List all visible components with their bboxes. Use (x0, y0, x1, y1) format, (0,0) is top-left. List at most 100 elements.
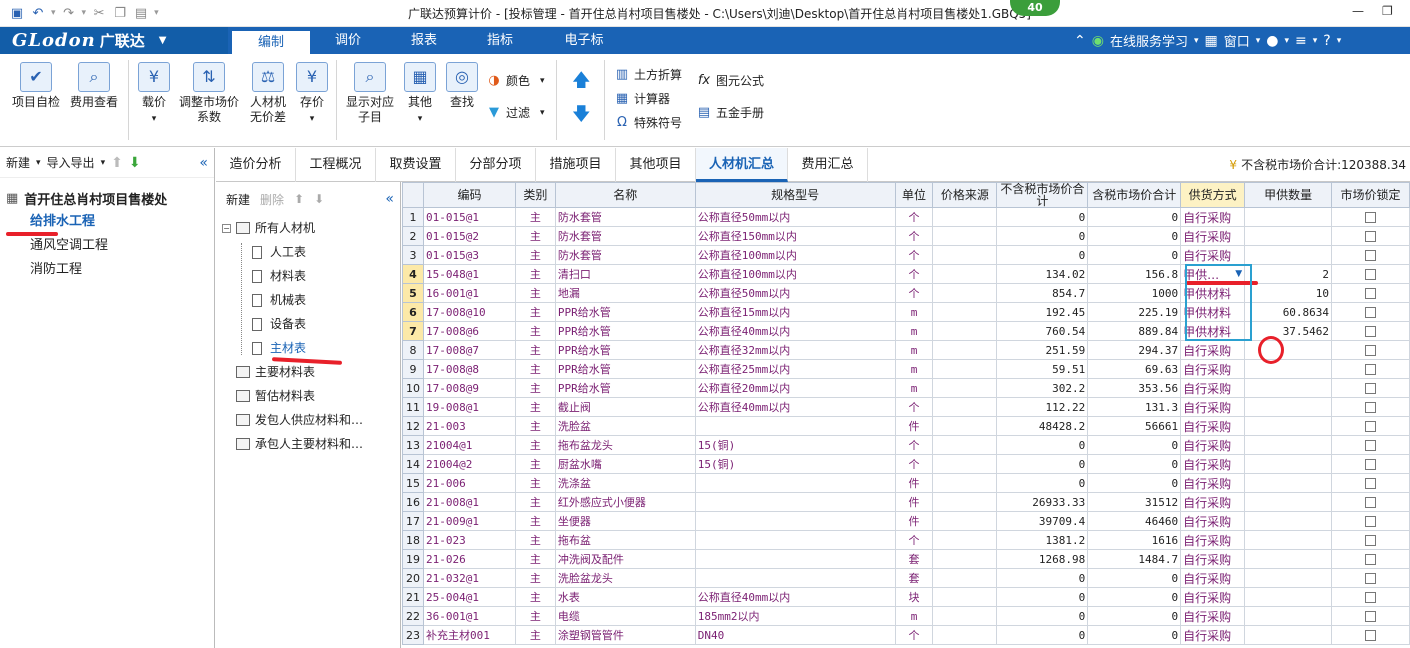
collapse-icon[interactable]: ⌃ (1074, 33, 1086, 49)
move-up-icon[interactable]: ⬆ (111, 155, 123, 171)
tree-node-main-material[interactable]: 主材表 (222, 336, 400, 360)
cell-spec[interactable]: 公称直径32mm以内 (694, 340, 896, 360)
cell-code[interactable]: 01-015@2 (422, 226, 516, 246)
cell-code[interactable]: 21-032@1 (422, 568, 516, 588)
chevron-down-icon[interactable]: ▾ (36, 158, 41, 168)
new-category-button[interactable]: 新建 (226, 191, 250, 208)
cell-unit[interactable]: 个 (894, 245, 934, 265)
col-header-price-lock[interactable]: 市场价锁定 (1331, 182, 1410, 208)
cell-price-lock[interactable] (1331, 549, 1410, 569)
table-row[interactable]: 5 16-001@1 主地漏 公称直径50mm以内个 854.7 1000 甲供材料 10 (402, 283, 1410, 303)
cell-employer-qty[interactable] (1244, 435, 1333, 455)
cell-price-source[interactable] (932, 530, 998, 550)
lock-checkbox[interactable] (1365, 440, 1377, 451)
cell-market-total-tax[interactable]: 889.84 (1087, 321, 1182, 341)
cell-unit[interactable]: 件 (894, 492, 934, 512)
cell-supply-mode[interactable]: 自行采购 (1180, 454, 1246, 474)
table-row[interactable]: 10 17-008@9 主 PPR给水管 公称直径20mm以内 m 302.2 353.56 自… (402, 378, 1410, 398)
cell-supply-mode[interactable]: 自行采购 (1180, 359, 1246, 379)
cell-unit[interactable]: m (894, 378, 934, 398)
cell-price-lock[interactable] (1331, 245, 1410, 265)
cell-market-total-notax[interactable]: 0 (996, 226, 1089, 246)
table-row[interactable]: 3 01-015@3 主防水套管 公称直径100mm以内个 0 0 自行采购 (402, 245, 1410, 265)
cell-price-lock[interactable] (1331, 416, 1410, 436)
table-row[interactable]: 23 补充主材001 主涂塑钢管管件 DN40 个 0 0 自行采购 (402, 625, 1410, 645)
cell-price-lock[interactable] (1331, 321, 1410, 341)
collapse-panel-icon[interactable]: « (385, 191, 394, 207)
cell-spec[interactable]: 公称直径15mm以内 (694, 302, 896, 322)
cell-category[interactable]: 主 (514, 283, 556, 303)
cell-price-source[interactable] (932, 416, 998, 436)
special-symbol-button[interactable]: Ω 特殊符号 (614, 114, 682, 131)
cell-name[interactable]: 厨盆水嘴 (554, 454, 696, 474)
cell-market-total-tax[interactable]: 0 (1087, 245, 1182, 265)
cell-employer-qty[interactable] (1244, 492, 1333, 512)
cell-unit[interactable]: m (894, 606, 934, 626)
collapse-toggle-icon[interactable]: − (222, 223, 231, 233)
chevron-down-icon[interactable]: ▾ (1313, 36, 1318, 46)
chevron-down-icon[interactable]: ▾ (1285, 36, 1290, 46)
lock-checkbox[interactable] (1365, 212, 1377, 223)
cell-price-lock[interactable] (1331, 378, 1410, 398)
cell-employer-qty[interactable] (1244, 207, 1333, 227)
cell-supply-mode[interactable]: 自行采购 (1180, 625, 1246, 645)
cell-price-source[interactable] (932, 264, 998, 284)
cell-category[interactable]: 主 (514, 340, 556, 360)
col-header-name[interactable]: 名称 (554, 182, 696, 208)
tab-cost-analysis[interactable]: 造价分析 (216, 148, 296, 182)
cell-market-total-tax[interactable]: 0 (1087, 587, 1182, 607)
delete-category-button[interactable]: 删除 (260, 191, 284, 208)
cell-market-total-notax[interactable]: 251.59 (996, 340, 1089, 360)
cell-name[interactable]: 冲洗阀及配件 (554, 549, 696, 569)
cell-spec[interactable]: 公称直径150mm以内 (694, 226, 896, 246)
notification-badge[interactable]: 40 (1010, 0, 1060, 16)
table-row[interactable]: 16 21-008@1 主红外感应式小便器 件 26933.33 31512 自行采购 (402, 492, 1410, 512)
cell-name[interactable]: 红外感应式小便器 (554, 492, 696, 512)
cell-market-total-notax[interactable]: 39709.4 (996, 511, 1089, 531)
cell-price-lock[interactable] (1331, 264, 1410, 284)
cell-name[interactable]: 水表 (554, 587, 696, 607)
cell-market-total-notax[interactable]: 192.45 (996, 302, 1089, 322)
cell-price-source[interactable] (932, 359, 998, 379)
cell-spec[interactable]: 15(铜) (694, 454, 896, 474)
restore-button[interactable]: ❐ (1382, 4, 1393, 18)
cell-code[interactable]: 21-008@1 (422, 492, 516, 512)
cell-unit[interactable]: 个 (894, 226, 934, 246)
cell-price-source[interactable] (932, 226, 998, 246)
cell-spec[interactable]: 15(铜) (694, 435, 896, 455)
cell-code[interactable]: 01-015@3 (422, 245, 516, 265)
cell-market-total-tax[interactable]: 1000 (1087, 283, 1182, 303)
cell-code[interactable]: 21-006 (422, 473, 516, 493)
col-header-employer-qty[interactable]: 甲供数量 (1244, 182, 1333, 208)
chevron-down-icon[interactable]: ▾ (1256, 36, 1261, 46)
adjust-market-price-button[interactable]: ⇅ 调整市场价 系数 (176, 62, 242, 125)
lock-checkbox[interactable] (1365, 250, 1377, 261)
cell-supply-mode[interactable]: 自行采购 (1180, 397, 1246, 417)
cell-price-source[interactable] (932, 340, 998, 360)
tab-fee-setting[interactable]: 取费设置 (376, 148, 456, 182)
cell-supply-mode[interactable]: 自行采购 (1180, 226, 1246, 246)
user-icon[interactable]: ● (1266, 33, 1278, 49)
cell-employer-qty[interactable] (1244, 530, 1333, 550)
cell-spec[interactable] (694, 473, 896, 493)
cell-employer-qty[interactable] (1244, 587, 1333, 607)
table-row[interactable]: 17 21-009@1 主坐便器 件 39709.4 46460 自行采购 (402, 511, 1410, 531)
save-price-button[interactable]: ¥ 存价 ▾ (294, 62, 330, 127)
cell-category[interactable]: 主 (514, 302, 556, 322)
cell-price-lock[interactable] (1331, 283, 1410, 303)
cell-price-source[interactable] (932, 245, 998, 265)
cell-name[interactable]: PPR给水管 (554, 359, 696, 379)
lock-checkbox[interactable] (1365, 516, 1377, 527)
table-row[interactable]: 2 01-015@2 主防水套管 公称直径150mm以内个 0 0 自行采购 (402, 226, 1410, 246)
cell-market-total-tax[interactable]: 0 (1087, 226, 1182, 246)
cell-unit[interactable]: 套 (894, 549, 934, 569)
cell-spec[interactable] (694, 568, 896, 588)
cell-employer-qty[interactable] (1244, 226, 1333, 246)
cell-spec[interactable]: 公称直径40mm以内 (694, 321, 896, 341)
cell-name[interactable]: 截止阀 (554, 397, 696, 417)
table-row[interactable]: 13 21004@1 主拖布盆龙头 15(铜) 个 0 0 自行采购 (402, 435, 1410, 455)
cut-icon[interactable]: ✂ (90, 4, 108, 22)
cell-price-source[interactable] (932, 302, 998, 322)
cell-supply-mode[interactable]: 自行采购 (1180, 492, 1246, 512)
cell-market-total-notax[interactable]: 26933.33 (996, 492, 1089, 512)
